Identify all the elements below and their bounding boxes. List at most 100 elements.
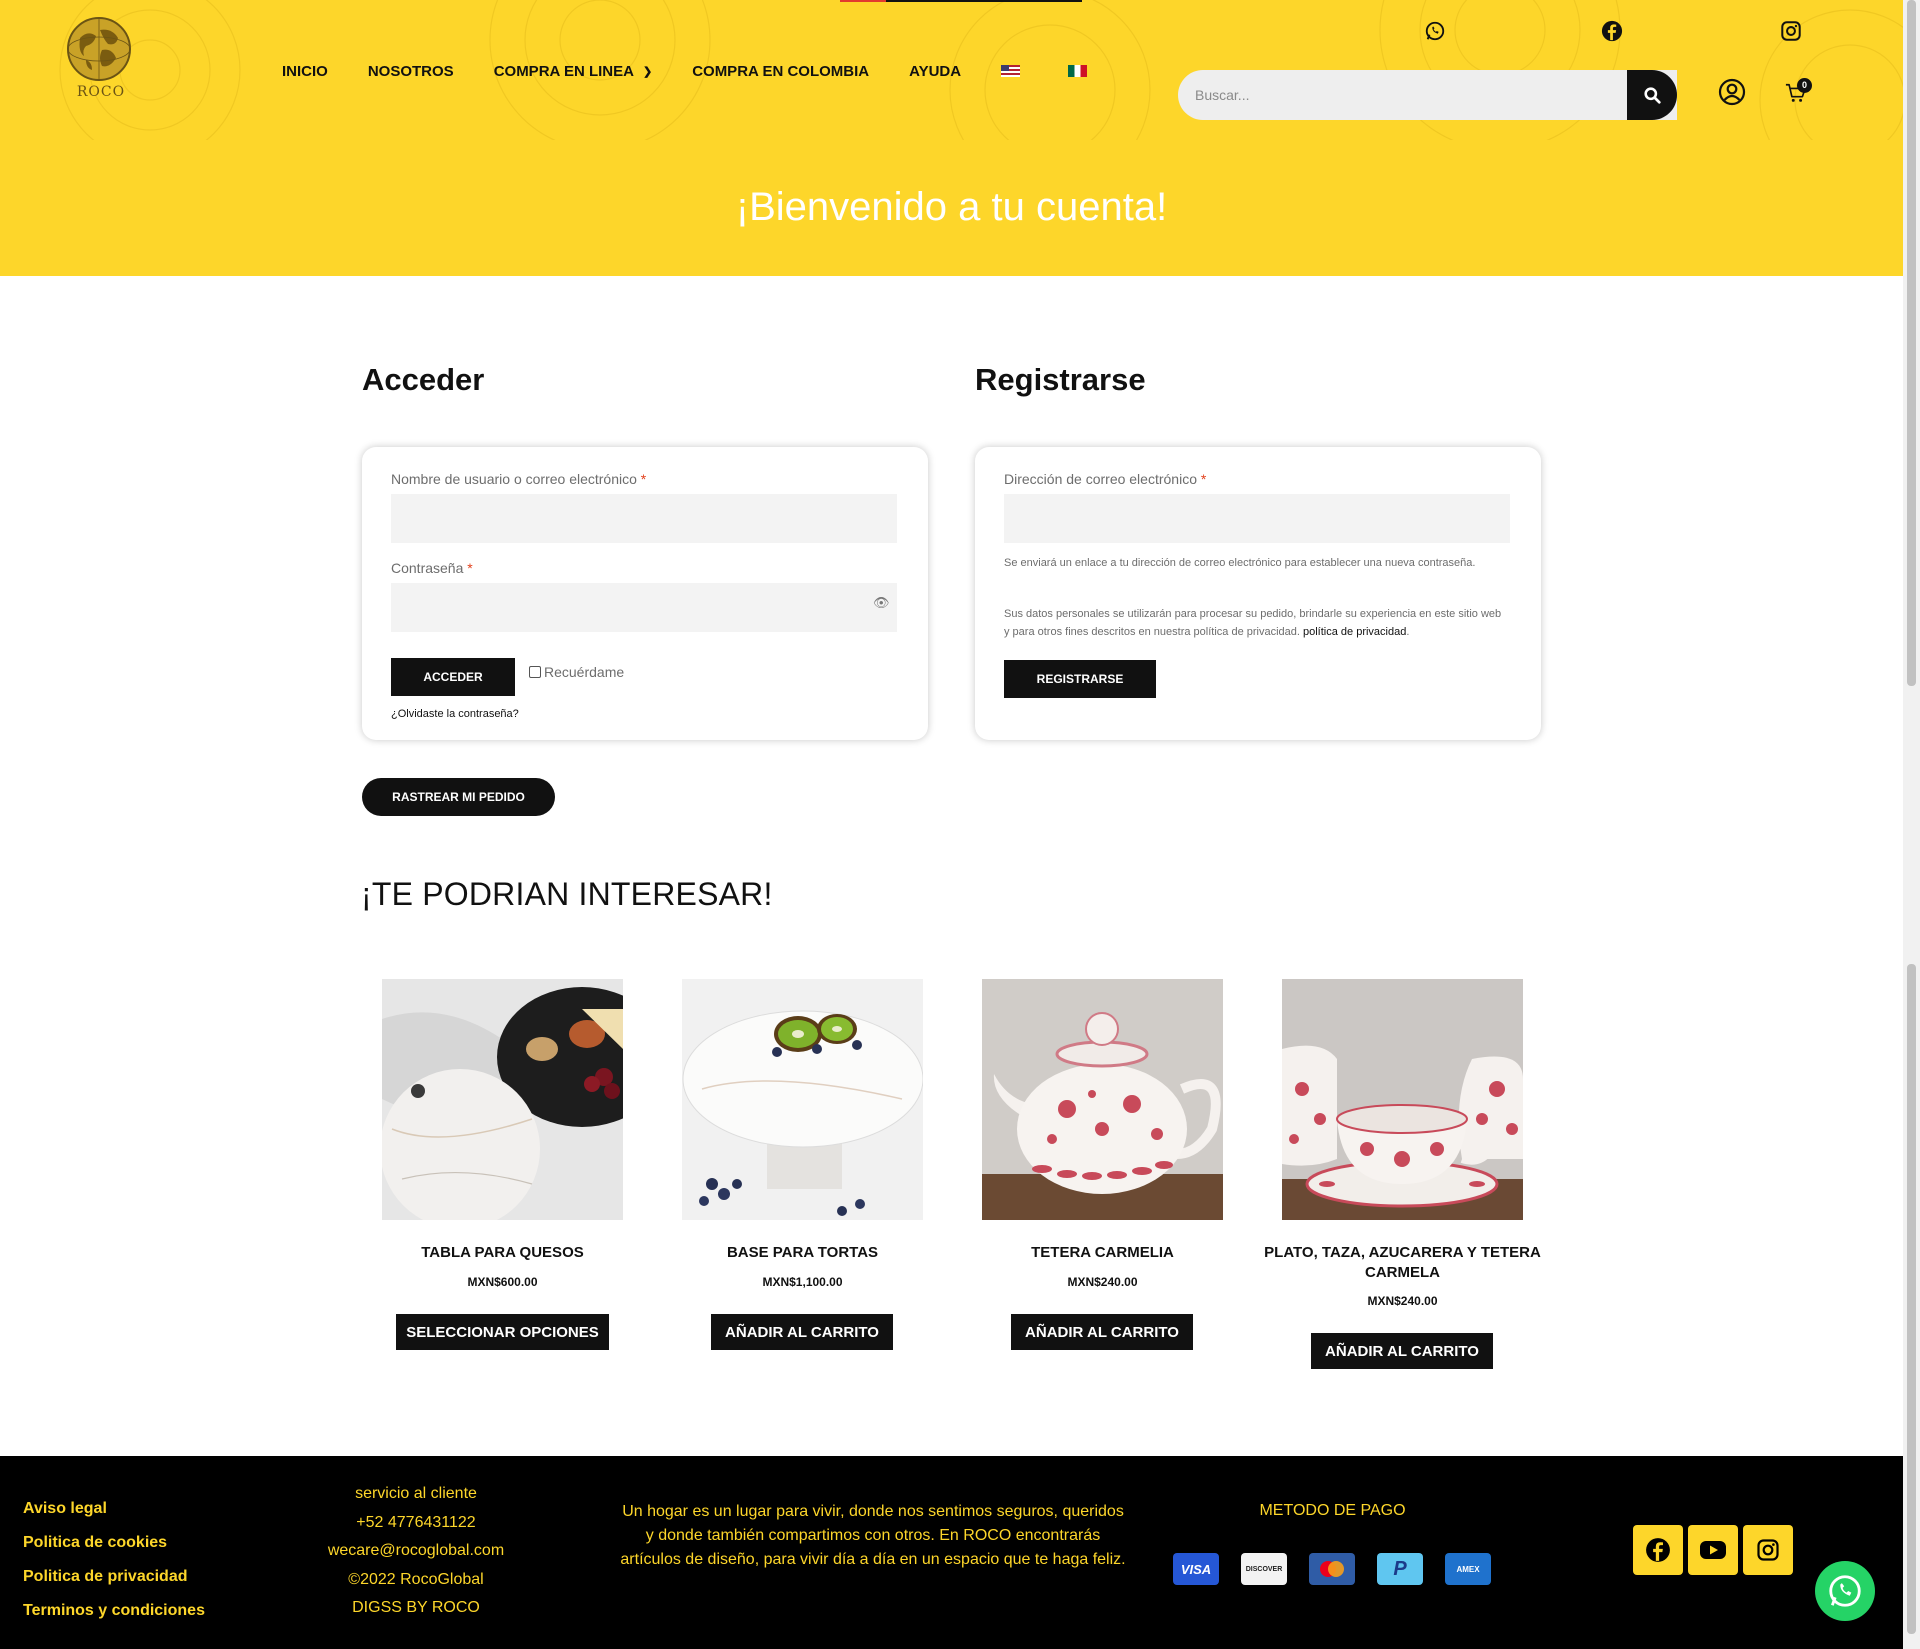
product-card: PLATO, TAZA, AZUCARERA Y TETERA CARMELA … [1264, 979, 1541, 1369]
product-name[interactable]: PLATO, TAZA, AZUCARERA Y TETERA CARMELA [1262, 1243, 1543, 1283]
login-form: Nombre de usuario o correo electrónico *… [362, 447, 928, 740]
legal-link-privacy[interactable]: Politica de privacidad [23, 1560, 205, 1594]
whatsapp-icon[interactable] [1424, 20, 1446, 42]
legal-links: Aviso legal Politica de cookies Politica… [23, 1492, 205, 1628]
mastercard-icon: mastercard [1309, 1553, 1355, 1585]
page-title: ¡Bienvenido a tu cuenta! [735, 185, 1168, 229]
site-footer: Aviso legal Politica de cookies Politica… [0, 1456, 1903, 1649]
product-card: TETERA CARMELIA MXN$240.00 AÑADIR AL CAR… [982, 979, 1223, 1350]
email-label: Dirección de correo electrónico * [1004, 471, 1206, 487]
whatsapp-chat-button[interactable] [1815, 1561, 1875, 1621]
remember-me-label: Recuérdame [544, 664, 625, 680]
required-mark: * [640, 471, 647, 487]
password-link-note: Se enviará un enlace a tu dirección de c… [1004, 557, 1476, 569]
nav-item-label: COMPRA EN LINEA [493, 62, 634, 80]
footer-youtube-button[interactable] [1688, 1525, 1738, 1575]
mexico-flag-icon[interactable] [1068, 65, 1088, 77]
password-label: Contraseña * [391, 560, 473, 576]
paypal-icon: P [1377, 1553, 1423, 1585]
payment-methods: VISA DISCOVER mastercard P AMEX [1173, 1553, 1513, 1585]
show-password-eye-icon[interactable]: 👁 [873, 595, 890, 611]
nav-item-inicio[interactable]: INICIO [282, 63, 328, 80]
product-price: MXN$1,100.00 [762, 1275, 843, 1289]
discover-icon: DISCOVER [1241, 1553, 1287, 1585]
legal-link-aviso[interactable]: Aviso legal [23, 1492, 205, 1526]
legal-link-terms[interactable]: Terminos y condiciones [23, 1594, 205, 1628]
footer-instagram-button[interactable] [1743, 1525, 1793, 1575]
login-button[interactable]: ACCEDER [391, 658, 515, 696]
product-name[interactable]: TETERA CARMELIA [962, 1243, 1243, 1263]
register-button[interactable]: REGISTRARSE [1004, 660, 1156, 698]
tea-set-image[interactable] [1282, 979, 1523, 1220]
us-flag-icon[interactable] [1001, 65, 1021, 77]
top-accent-line [840, 0, 1082, 2]
product-price: MXN$240.00 [1367, 1294, 1438, 1308]
search-bar [1178, 70, 1677, 120]
about-text: Un hogar es un lugar para vivir, donde n… [620, 1503, 1126, 1568]
welcome-banner: ¡Bienvenido a tu cuenta! [0, 140, 1903, 276]
register-form: Dirección de correo electrónico * Se env… [975, 447, 1541, 740]
scrollbar-thumb-lower[interactable] [1907, 964, 1916, 1634]
email-field[interactable] [1004, 494, 1510, 543]
recommendations-title: ¡TE PODRIAN INTERESAR! [361, 876, 773, 912]
cart-count-badge: 0 [1797, 78, 1812, 93]
email-label-text: Dirección de correo electrónico [1004, 471, 1197, 487]
remember-me-checkbox[interactable] [529, 666, 541, 678]
search-icon [1643, 86, 1661, 104]
nav-item-compra-en-colombia[interactable]: COMPRA EN COLOMBIA [692, 63, 869, 80]
chevron-down-icon: ❯ [642, 65, 653, 78]
youtube-icon [1700, 1541, 1726, 1559]
main-nav: INICIO NOSOTROS COMPRA EN LINEA ❯ COMPRA … [282, 61, 1135, 81]
product-price: MXN$240.00 [1067, 1275, 1138, 1289]
select-options-button[interactable]: SELECCIONAR OPCIONES [396, 1314, 609, 1350]
copyright: ©2022 RocoGlobal [348, 1570, 484, 1588]
search-button[interactable] [1627, 70, 1677, 120]
contact-phone[interactable]: +52 4776431122 [316, 1509, 516, 1538]
footer-facebook-button[interactable] [1633, 1525, 1683, 1575]
contact-info: servicio al cliente +52 4776431122 wecar… [316, 1480, 516, 1623]
register-title: Registrarse [975, 362, 1146, 397]
privacy-policy-link[interactable]: política de privacidad [1303, 626, 1406, 638]
contact-email[interactable]: wecare@rocoglobal.com [316, 1537, 516, 1566]
logo-text: ROCO [76, 84, 126, 100]
privacy-note: Sus datos personales se utilizarán para … [1004, 608, 1502, 638]
roco-logo[interactable]: ROCO [66, 16, 136, 104]
add-to-cart-button[interactable]: AÑADIR AL CARRITO [1011, 1314, 1193, 1350]
product-price: MXN$600.00 [467, 1275, 538, 1289]
product-name[interactable]: TABLA PARA QUESOS [362, 1243, 643, 1263]
nav-item-ayuda[interactable]: AYUDA [909, 63, 961, 80]
product-name[interactable]: BASE PARA TORTAS [662, 1243, 943, 1263]
add-to-cart-button[interactable]: AÑADIR AL CARRITO [711, 1314, 893, 1350]
scrollbar-thumb[interactable] [1907, 0, 1916, 686]
payment-title: METODO DE PAGO [1259, 1502, 1406, 1519]
privacy-note-text: Sus datos personales se utilizarán para … [1004, 608, 1502, 638]
amex-icon: AMEX [1445, 1553, 1491, 1585]
legal-link-cookies[interactable]: Politica de cookies [23, 1526, 205, 1560]
password-label-text: Contraseña [391, 560, 464, 576]
teapot-image[interactable] [982, 979, 1223, 1220]
required-mark: * [467, 560, 473, 576]
product-card: TABLA PARA QUESOS MXN$600.00 SELECCIONAR… [380, 979, 667, 1350]
login-title: Acceder [362, 362, 485, 397]
track-order-button[interactable]: RASTREAR MI PEDIDO [362, 778, 555, 816]
username-label: Nombre de usuario o correo electrónico * [391, 471, 646, 487]
password-field[interactable] [391, 583, 897, 632]
cake-stand-image[interactable] [682, 979, 924, 1220]
required-mark: * [1200, 471, 1207, 487]
username-field[interactable] [391, 494, 897, 543]
mastercard-circles-icon [1320, 1561, 1344, 1577]
add-to-cart-button[interactable]: AÑADIR AL CARRITO [1311, 1333, 1493, 1369]
account-icon[interactable] [1718, 78, 1746, 106]
nav-item-nosotros[interactable]: NOSOTROS [368, 63, 454, 80]
remember-me[interactable]: Recuérdame [529, 664, 624, 680]
whatsapp-icon [1829, 1575, 1861, 1607]
visa-icon: VISA [1173, 1553, 1219, 1585]
site-header: ROCO INICIO NOSOTROS COMPRA EN LINEA ❯ CO… [0, 0, 1903, 140]
facebook-icon[interactable] [1601, 20, 1623, 42]
nav-item-compra-en-linea[interactable]: COMPRA EN LINEA ❯ [494, 63, 653, 80]
cheese-board-image[interactable] [380, 979, 667, 1229]
lost-password-link[interactable]: ¿Olvidaste la contraseña? [391, 708, 519, 720]
search-input[interactable] [1178, 70, 1598, 120]
instagram-icon[interactable] [1780, 20, 1802, 42]
facebook-icon [1646, 1538, 1670, 1562]
